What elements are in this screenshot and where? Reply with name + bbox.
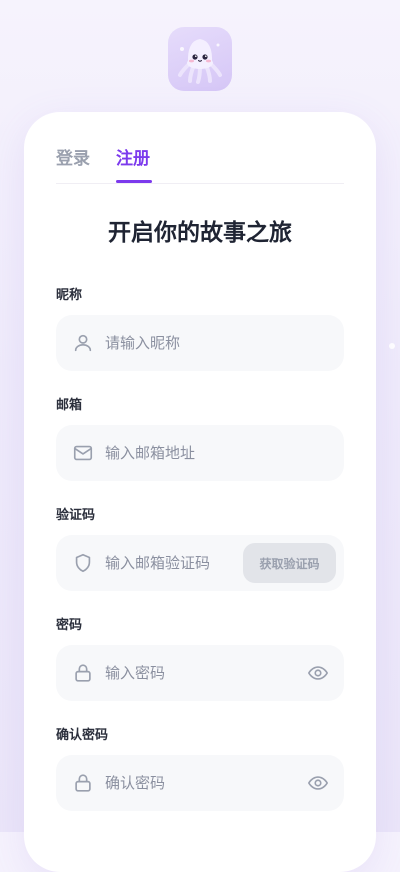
email-field: [56, 425, 344, 481]
confirm-password-input[interactable]: [105, 755, 295, 811]
lock-icon: [72, 772, 94, 794]
confirm-password-field: [56, 755, 344, 811]
user-icon: [72, 332, 94, 354]
code-label: 验证码: [56, 508, 96, 523]
nickname-input[interactable]: [105, 315, 325, 371]
code-field: 获取验证码: [56, 535, 344, 591]
code-input[interactable]: [105, 535, 209, 591]
app-logo: [168, 27, 232, 91]
password-label: 密码: [56, 618, 83, 633]
password-input[interactable]: [105, 645, 295, 701]
register-card: 登录 注册 开启你的故事之旅 昵称 邮箱 验证码: [24, 112, 376, 872]
lock-icon: [72, 662, 94, 684]
eye-icon[interactable]: [307, 662, 329, 684]
eye-icon[interactable]: [307, 772, 329, 794]
email-label: 邮箱: [56, 398, 83, 413]
auth-tabs: 登录 注册: [56, 148, 344, 184]
active-tab-indicator: [116, 180, 152, 183]
shield-icon: [72, 552, 94, 574]
tab-login[interactable]: 登录: [56, 148, 90, 170]
email-input[interactable]: [105, 425, 325, 481]
nickname-field: [56, 315, 344, 371]
nickname-label: 昵称: [56, 288, 83, 303]
page-title: 开启你的故事之旅: [108, 220, 292, 246]
password-field: [56, 645, 344, 701]
mail-icon: [72, 442, 94, 464]
confirm-password-label: 确认密码: [56, 728, 109, 743]
get-code-button[interactable]: 获取验证码: [243, 543, 336, 583]
edge-dot: [389, 343, 395, 349]
tab-register[interactable]: 注册: [116, 148, 150, 170]
